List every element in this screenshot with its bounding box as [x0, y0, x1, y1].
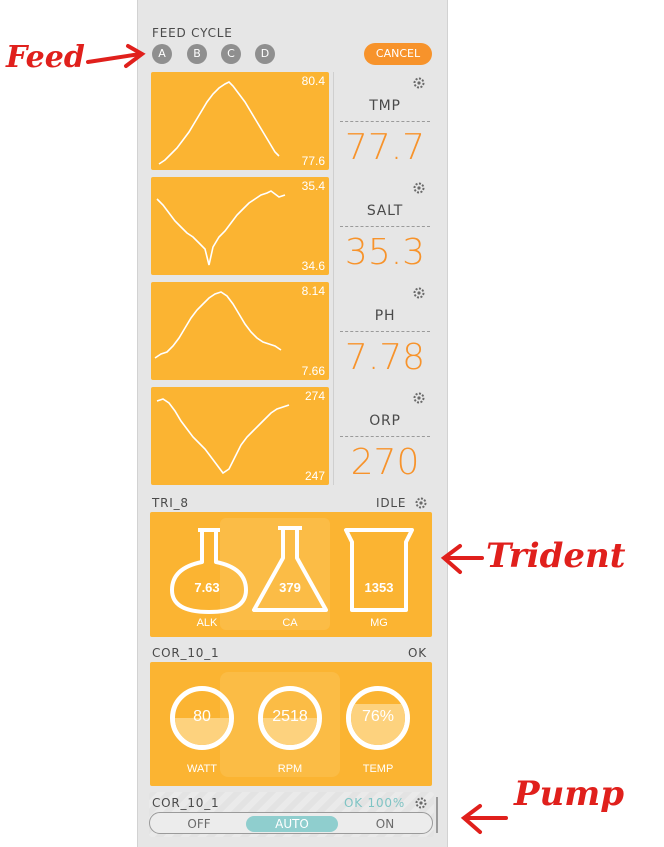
trident-annotation: Trident	[438, 530, 664, 590]
feed-a-button[interactable]: A	[152, 44, 172, 64]
feed-b-button[interactable]: B	[187, 44, 207, 64]
tmp-chart-max: 80.4	[301, 74, 325, 88]
feed-d-button[interactable]: D	[255, 44, 275, 64]
pump-title: COR_10_1	[152, 796, 220, 810]
rpm-value: 2518	[272, 708, 308, 725]
pump-slider-handle[interactable]	[436, 797, 438, 833]
ph-label: PH	[374, 308, 396, 324]
salt-chart-max: 35.4	[301, 179, 325, 193]
trident-card[interactable]: 7.63 ALK 379 CA 1353 MG	[150, 512, 432, 637]
ph-chart-max: 8.14	[301, 284, 325, 298]
trident-title: TRI_8	[152, 496, 189, 510]
cor-status: OK	[408, 646, 427, 660]
temp-gauge: 76%	[346, 686, 410, 750]
pump-mode-toggle[interactable]: OFF AUTO ON	[149, 812, 433, 834]
orp-chart-line	[156, 398, 290, 475]
temp-label: TEMP	[362, 763, 394, 775]
feed-annotation: Feed	[0, 36, 150, 86]
watt-gauge: 80	[170, 686, 234, 750]
pump-on-option[interactable]: ON	[340, 816, 430, 832]
cancel-button[interactable]: CANCEL	[364, 43, 432, 65]
orp-chart-min: 247	[304, 469, 325, 483]
alk-label: ALK	[196, 617, 218, 629]
mg-value: 1353	[364, 580, 394, 595]
ph-gear-icon[interactable]	[412, 286, 426, 300]
orp-label: ORP	[369, 413, 401, 429]
orp-gear-icon[interactable]	[412, 391, 426, 405]
rpm-label: RPM	[277, 763, 303, 775]
ca-value: 379	[279, 580, 301, 595]
salt-label: SALT	[366, 203, 404, 219]
tmp-divider	[340, 121, 430, 122]
tmp-gear-icon[interactable]	[412, 76, 426, 90]
orp-chart-max: 274	[304, 389, 325, 403]
tmp-chart[interactable]: 80.4 77.6	[151, 72, 329, 170]
salt-value: 35.3	[344, 232, 426, 273]
feed-cycle-title: FEED CYCLE	[152, 26, 233, 40]
trident-status: IDLE	[376, 496, 407, 510]
orp-chart[interactable]: 274 247	[151, 387, 329, 485]
mg-label: MG	[370, 617, 388, 629]
ph-chart[interactable]: 8.14 7.66	[151, 282, 329, 380]
watt-label: WATT	[187, 763, 217, 775]
cor-title: COR_10_1	[152, 646, 220, 660]
tmp-chart-min: 77.6	[301, 154, 325, 168]
temp-value: 76%	[361, 708, 395, 725]
feed-c-button[interactable]: C	[221, 44, 241, 64]
pump-off-option[interactable]: OFF	[154, 816, 244, 832]
tmp-label: TMP	[369, 98, 401, 114]
alk-value: 7.63	[194, 580, 220, 595]
pump-annotation: Pump	[456, 770, 656, 840]
salt-chart[interactable]: 35.4 34.6	[151, 177, 329, 275]
salt-chart-min: 34.6	[301, 259, 325, 273]
pump-status: OK 100%	[344, 796, 406, 810]
orp-value: 270	[350, 442, 420, 483]
ca-label: CA	[282, 617, 298, 629]
pump-auto-option[interactable]: AUTO	[246, 816, 338, 832]
orp-divider	[340, 436, 430, 437]
rpm-gauge: 2518	[258, 686, 322, 750]
cor-card[interactable]: 80 WATT 2518 RPM 76% TEMP	[150, 662, 432, 786]
sensor-divider	[333, 72, 334, 485]
ph-divider	[340, 331, 430, 332]
salt-gear-icon[interactable]	[412, 181, 426, 195]
trident-gear-icon[interactable]	[414, 496, 428, 510]
ph-value: 7.78	[344, 337, 426, 378]
pump-gear-icon[interactable]	[414, 796, 428, 810]
salt-divider	[340, 226, 430, 227]
ph-chart-min: 7.66	[301, 364, 325, 378]
tmp-value: 77.7	[344, 127, 426, 168]
watt-value: 80	[193, 708, 211, 725]
